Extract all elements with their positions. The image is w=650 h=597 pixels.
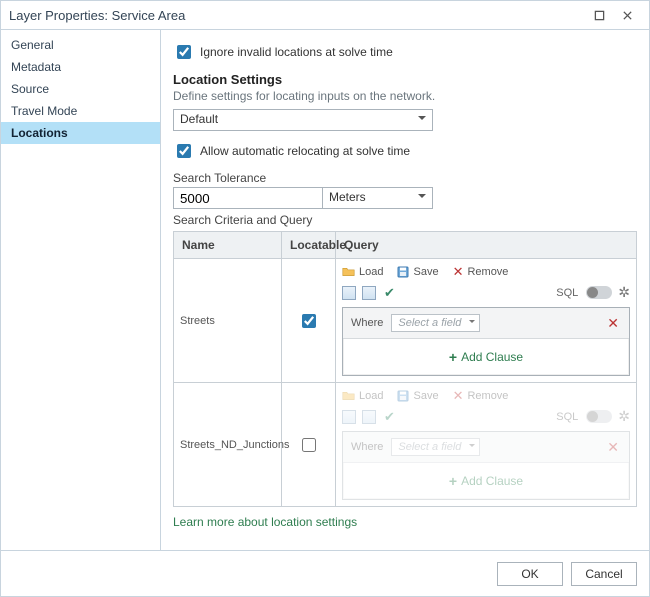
row-locatable-junctions xyxy=(282,383,336,506)
sidebar-item-source[interactable]: Source xyxy=(1,78,160,100)
plus-icon: + xyxy=(449,473,457,489)
validate-icon-disabled: ✔ xyxy=(384,409,395,425)
maximize-icon xyxy=(594,10,605,21)
gear-icon-disabled: ✲ xyxy=(618,408,630,425)
where-clause-row: Where Select a field ✕ xyxy=(343,308,629,339)
query-cell-junctions: Load Save ✕ Remove xyxy=(336,383,636,506)
remove-clause-button-disabled: ✕ xyxy=(605,439,621,456)
close-icon xyxy=(622,10,633,21)
remove-button-disabled: ✕ Remove xyxy=(453,389,509,402)
indent-left-button-disabled xyxy=(342,410,356,424)
search-tolerance-input[interactable] xyxy=(173,187,323,209)
where-box-disabled: Where Select a field ✕ + Add Clause xyxy=(342,431,630,500)
remove-icon: ✕ xyxy=(453,389,464,402)
locatable-checkbox-junctions[interactable] xyxy=(302,438,316,452)
sql-label: SQL xyxy=(556,287,578,299)
col-header-locatable: Locatable xyxy=(282,232,336,258)
folder-icon xyxy=(342,266,355,277)
search-tolerance-unit-select[interactable]: Meters xyxy=(323,187,433,209)
auto-relocate-label: Allow automatic relocating at solve time xyxy=(200,144,410,158)
main-panel: Ignore invalid locations at solve time L… xyxy=(161,30,649,550)
auto-relocate-checkbox[interactable] xyxy=(177,144,191,158)
query-toolbar: Load Save ✕ Remove xyxy=(342,265,630,278)
grid-header: Name Locatable Query xyxy=(174,232,636,259)
query-toolbar2-disabled: ✔ SQL ✲ xyxy=(342,408,630,425)
row-locatable-streets xyxy=(282,259,336,382)
col-header-name: Name xyxy=(174,232,282,258)
field-select-disabled: Select a field xyxy=(391,438,480,456)
cancel-button[interactable]: Cancel xyxy=(571,562,637,586)
remove-clause-button[interactable]: ✕ xyxy=(605,315,621,332)
dialog: Layer Properties: Service Area General M… xyxy=(0,0,650,597)
save-button[interactable]: Save xyxy=(397,266,438,278)
validate-icon[interactable]: ✔ xyxy=(384,285,395,301)
criteria-grid: Name Locatable Query Streets Load xyxy=(173,231,637,507)
sidebar-item-metadata[interactable]: Metadata xyxy=(1,56,160,78)
dialog-title: Layer Properties: Service Area xyxy=(9,8,585,23)
auto-relocate-row: Allow automatic relocating at solve time xyxy=(173,141,637,161)
locatable-checkbox-streets[interactable] xyxy=(302,314,316,328)
query-toolbar2: ✔ SQL ✲ xyxy=(342,284,630,301)
sidebar-item-general[interactable]: General xyxy=(1,34,160,56)
where-label-disabled: Where xyxy=(351,441,383,453)
ok-button[interactable]: OK xyxy=(497,562,563,586)
row-name-streets: Streets xyxy=(174,259,282,382)
ignore-invalid-checkbox[interactable] xyxy=(177,45,191,59)
grid-row-junctions: Streets_ND_Junctions Load Save xyxy=(174,383,636,506)
where-clause-row-disabled: Where Select a field ✕ xyxy=(343,432,629,463)
save-button-disabled: Save xyxy=(397,390,438,402)
col-header-query: Query xyxy=(336,232,636,258)
sidebar: General Metadata Source Travel Mode Loca… xyxy=(1,30,161,550)
search-criteria-label: Search Criteria and Query xyxy=(173,213,637,227)
load-button-disabled: Load xyxy=(342,390,383,402)
indent-right-button[interactable] xyxy=(362,286,376,300)
ignore-invalid-label: Ignore invalid locations at solve time xyxy=(200,45,393,59)
ignore-invalid-row: Ignore invalid locations at solve time xyxy=(173,42,637,62)
sidebar-item-travelmode[interactable]: Travel Mode xyxy=(1,100,160,122)
row-name-junctions: Streets_ND_Junctions xyxy=(174,383,282,506)
query-cell-streets: Load Save ✕ Remove xyxy=(336,259,636,382)
indent-left-button[interactable] xyxy=(342,286,356,300)
sidebar-item-locations[interactable]: Locations xyxy=(1,122,160,144)
close-window-button[interactable] xyxy=(613,5,641,25)
content-area: General Metadata Source Travel Mode Loca… xyxy=(1,29,649,550)
sql-label-disabled: SQL xyxy=(556,411,578,423)
dialog-footer: OK Cancel xyxy=(1,550,649,596)
grid-row-streets: Streets Load Save xyxy=(174,259,636,383)
remove-button[interactable]: ✕ Remove xyxy=(453,265,509,278)
maximize-button[interactable] xyxy=(585,5,613,25)
search-tolerance-row: Meters xyxy=(173,187,637,209)
indent-right-button-disabled xyxy=(362,410,376,424)
learn-more-link[interactable]: Learn more about location settings xyxy=(173,515,357,529)
folder-icon xyxy=(342,390,355,401)
add-clause-button-disabled: + Add Clause xyxy=(343,463,629,499)
location-settings-heading: Location Settings xyxy=(173,72,637,87)
where-label: Where xyxy=(351,317,383,329)
titlebar: Layer Properties: Service Area xyxy=(1,1,649,29)
save-icon xyxy=(397,266,409,278)
search-tolerance-label: Search Tolerance xyxy=(173,171,637,185)
settings-profile-select[interactable]: Default xyxy=(173,109,433,131)
query-toolbar-disabled: Load Save ✕ Remove xyxy=(342,389,630,402)
where-box: Where Select a field ✕ + Add Clause xyxy=(342,307,630,376)
sql-toggle-disabled xyxy=(586,410,612,423)
save-icon xyxy=(397,390,409,402)
gear-icon[interactable]: ✲ xyxy=(618,284,630,301)
plus-icon: + xyxy=(449,349,457,365)
remove-icon: ✕ xyxy=(453,265,464,278)
load-button[interactable]: Load xyxy=(342,266,383,278)
field-select[interactable]: Select a field xyxy=(391,314,480,332)
add-clause-button[interactable]: + Add Clause xyxy=(343,339,629,375)
location-settings-subtext: Define settings for locating inputs on t… xyxy=(173,89,637,103)
sql-toggle[interactable] xyxy=(586,286,612,299)
